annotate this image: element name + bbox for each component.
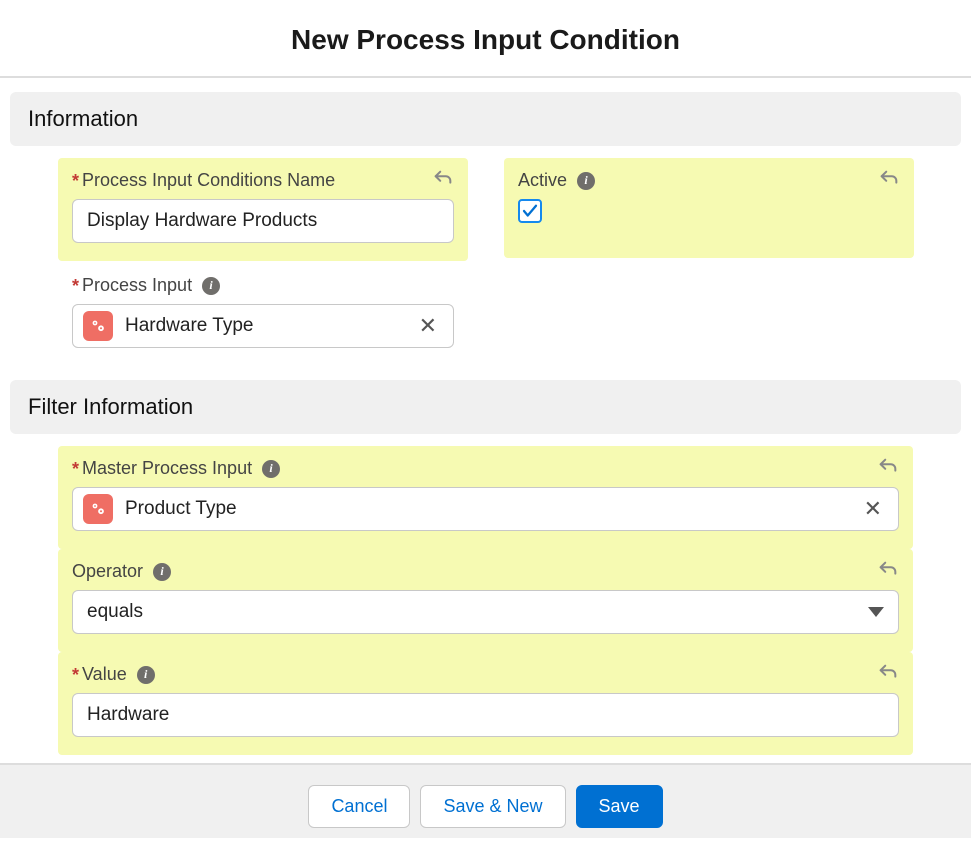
operator-value: equals [87, 601, 143, 623]
field-name-block: * Process Input Conditions Name Display … [58, 158, 468, 261]
undo-icon[interactable] [877, 559, 899, 581]
chevron-down-icon [868, 607, 884, 617]
required-indicator: * [72, 666, 79, 684]
footer-actions: Cancel Save & New Save [0, 763, 971, 838]
value-input[interactable]: Hardware [72, 693, 899, 737]
section-filter-header: Filter Information [10, 380, 961, 434]
info-icon[interactable]: i [202, 277, 220, 295]
field-name-label: Process Input Conditions Name [82, 170, 335, 191]
operator-select[interactable]: equals [72, 590, 899, 634]
processinput-value: Hardware Type [125, 315, 413, 337]
page-title: New Process Input Condition [0, 0, 971, 76]
field-master-block: * Master Process Input i Product Type ✕ [58, 446, 913, 549]
save-and-new-button[interactable]: Save & New [420, 785, 565, 828]
clear-icon[interactable]: ✕ [858, 498, 888, 520]
master-lookup[interactable]: Product Type ✕ [72, 487, 899, 531]
required-indicator: * [72, 172, 79, 190]
field-operator-block: Operator i equals [58, 549, 913, 652]
field-master-label: Master Process Input [82, 458, 252, 479]
field-value-label: Value [82, 664, 127, 685]
clear-icon[interactable]: ✕ [413, 315, 443, 337]
active-checkbox[interactable] [518, 199, 542, 223]
required-indicator: * [72, 277, 79, 295]
field-active-block: Active i [504, 158, 914, 258]
save-button[interactable]: Save [576, 785, 663, 828]
section-information-header: Information [10, 92, 961, 146]
info-icon[interactable]: i [137, 666, 155, 684]
required-indicator: * [72, 460, 79, 478]
master-value: Product Type [125, 498, 858, 520]
cancel-button[interactable]: Cancel [308, 785, 410, 828]
undo-icon[interactable] [432, 168, 454, 190]
field-processinput-label: Process Input [82, 275, 192, 296]
info-icon[interactable]: i [577, 172, 595, 190]
field-operator-label: Operator [72, 561, 143, 582]
undo-icon[interactable] [877, 456, 899, 478]
info-icon[interactable]: i [153, 563, 171, 581]
name-input-value: Display Hardware Products [87, 210, 317, 232]
info-icon[interactable]: i [262, 460, 280, 478]
field-active-label: Active [518, 170, 567, 191]
gear-icon [83, 494, 113, 524]
processinput-lookup[interactable]: Hardware Type ✕ [72, 304, 454, 348]
field-processinput-block: * Process Input i Hardware Type ✕ [58, 275, 468, 366]
value-input-value: Hardware [87, 704, 169, 726]
undo-icon[interactable] [878, 168, 900, 190]
gear-icon [83, 311, 113, 341]
field-value-block: * Value i Hardware [58, 652, 913, 755]
undo-icon[interactable] [877, 662, 899, 684]
name-input[interactable]: Display Hardware Products [72, 199, 454, 243]
